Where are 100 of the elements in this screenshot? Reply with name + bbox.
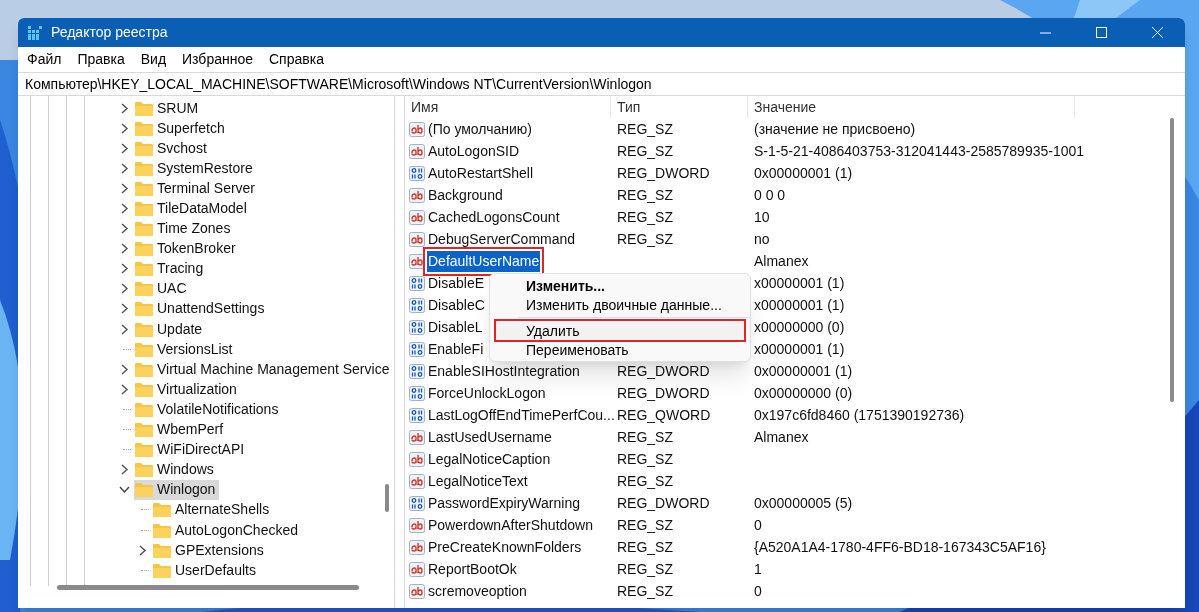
close-icon [1151,27,1163,38]
window-title: Редактор реестра [51,23,168,42]
scrollbar-thumb[interactable] [57,585,359,590]
value-type: REG_SZ [617,538,673,555]
value-name[interactable]: (По умолчанию) [427,118,533,140]
folder-icon [135,462,153,478]
folder-icon [135,321,153,337]
value-name[interactable]: LastLogOffEndTimePerfCou... [427,404,616,426]
value-name[interactable]: LastUsedUsername [427,426,553,448]
context-menu-item[interactable]: Переименовать [496,340,744,359]
folder-icon [135,422,153,438]
menu-item[interactable]: Правка [70,48,132,71]
tree-item[interactable]: TokenBroker [134,238,240,259]
tree-item[interactable]: SRUM [134,98,203,119]
context-menu-item[interactable]: Изменить двоичные данные... [496,295,744,314]
value-name[interactable]: ReportBootOk [427,558,518,580]
value-data: 0x00000001 (1) [754,362,853,379]
tree-item[interactable]: Tracing [134,258,208,279]
folder-icon [135,221,153,237]
folder-icon [135,261,153,277]
value-name[interactable]: PowerdownAfterShutdown [427,514,594,536]
tree-item[interactable]: Superfetch [134,118,229,139]
tree-item[interactable]: WiFiDirectAPI [134,439,249,460]
value-name[interactable]: DisableE [427,272,486,294]
collapse-chevron-icon[interactable] [118,484,130,496]
value-data: x00000001 (1) [754,274,845,291]
folder-icon [135,401,153,417]
tree-item[interactable]: GPExtensions [152,540,268,561]
string-value-icon [409,231,425,247]
value-name[interactable]: PreCreateKnownFolders [427,536,583,558]
string-value-icon [409,209,425,225]
folder-icon [153,542,171,558]
tree-item[interactable]: VolatileNotifications [134,399,283,420]
value-name[interactable]: EnableFi [427,338,485,360]
menu-item[interactable]: Файл [20,48,69,71]
value-name[interactable]: LegalNoticeCaption [427,448,552,470]
tree-item[interactable]: Terminal Server [134,178,260,199]
value-data: 0x00000000 (0) [754,384,853,401]
tree-item[interactable]: UserDefaults [152,560,260,581]
folder-icon [135,241,153,257]
column-header[interactable]: Имя [405,96,611,118]
value-type: REG_SZ [617,142,673,159]
folder-icon [135,120,153,136]
binary-value-icon [409,363,425,379]
scrollbar-thumb[interactable] [385,484,389,512]
value-name[interactable]: AutoLogonSID [427,140,521,162]
tree-item[interactable]: Update [134,319,207,340]
string-value-icon [409,429,425,445]
value-name[interactable]: PasswordExpiryWarning [427,492,581,514]
value-name[interactable]: Background [427,184,504,206]
binary-value-icon [409,319,425,335]
value-name[interactable]: DebugServerCommand [427,228,577,250]
value-name[interactable]: ForceUnlockLogon [427,382,547,404]
menu-item[interactable]: Справка [262,48,331,71]
string-value-icon [409,561,425,577]
binary-value-icon [409,341,425,357]
tree-item[interactable]: Windows [134,459,218,480]
menu-item[interactable]: Избранное [175,48,260,71]
value-data: 0x00000001 (1) [754,164,853,181]
value-name[interactable]: DisableC [427,294,486,316]
folder-icon [135,180,153,196]
value-type: REG_DWORD [617,384,710,401]
column-header[interactable]: Тип [611,96,748,118]
column-header[interactable]: Значение [748,96,1075,118]
value-type: REG_SZ [617,582,673,599]
menu-item[interactable]: Вид [133,48,174,71]
binary-value-icon [409,407,425,423]
value-name[interactable]: DisableL [427,316,484,338]
value-type: REG_SZ [617,120,673,137]
scrollbar-thumb[interactable] [1170,118,1174,402]
tree-item[interactable]: Winlogon [134,479,220,500]
registry-icon [28,25,42,40]
value-name[interactable]: CachedLogonsCount [427,206,561,228]
value-type: REG_DWORD [617,494,710,511]
tree-item[interactable]: Virtual Machine Management Service [134,359,394,380]
tree-item[interactable]: WbemPerf [134,419,228,440]
value-type: REG_SZ [617,208,673,225]
value-name[interactable]: LegalNoticeText [427,470,529,492]
folder-icon [153,502,171,518]
tree-item[interactable]: AutoLogonChecked [152,520,302,540]
tree-item[interactable]: UAC [134,278,191,299]
tree-item[interactable]: VersionsList [134,339,237,360]
value-name[interactable]: EnableSIHostIntegration [427,360,581,382]
folder-icon [135,281,153,297]
tree-item[interactable]: AlternateShells [152,499,274,520]
context-menu-item[interactable]: Удалить [496,321,744,340]
tree-item[interactable]: Svchost [134,138,211,159]
tree-item[interactable]: Time Zones [134,218,235,239]
value-name[interactable]: scremoveoption [427,580,528,602]
tree-item[interactable]: UnattendSettings [134,299,269,319]
folder-icon [135,201,153,216]
value-name[interactable]: AutoRestartShell [427,162,535,184]
tree-item[interactable]: Virtualization [134,379,241,400]
address-bar[interactable]: Компьютер\HKEY_LOCAL_MACHINE\SOFTWARE\Microsoft\Windows NT\CurrentVersion\Winlogon [18,72,1185,96]
folder-icon [135,442,153,458]
folder-icon [135,160,153,176]
context-menu-item[interactable]: Изменить... [496,276,744,295]
value-type: REG_DWORD [617,362,710,379]
tree-item[interactable]: TileDataModel [134,198,251,219]
tree-item[interactable]: SystemRestore [134,158,257,179]
